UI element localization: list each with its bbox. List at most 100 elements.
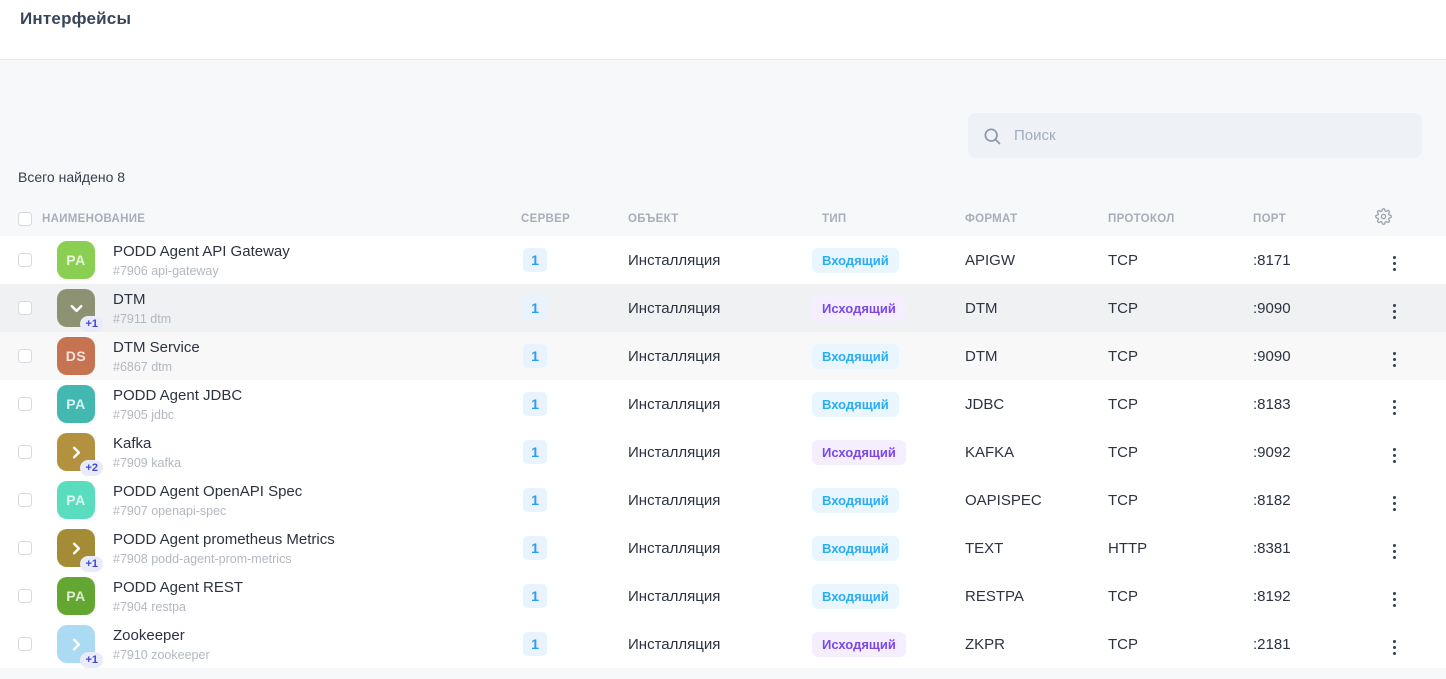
table-row[interactable]: PAPODD Agent REST#7904 restpa1Инсталляци…: [0, 572, 1446, 620]
type-badge: Исходящий: [812, 296, 906, 321]
table-row[interactable]: PAPODD Agent OpenAPI Spec#7907 openapi-s…: [0, 476, 1446, 524]
linked-count-badge: +1: [80, 316, 103, 332]
format-cell: APIGW: [965, 252, 1108, 269]
row-actions-cell: [1358, 438, 1446, 467]
row-checkbox[interactable]: [18, 445, 32, 459]
type-cell: Входящий: [822, 392, 965, 417]
type-badge: Входящий: [812, 344, 899, 369]
server-count-badge[interactable]: 1: [523, 296, 547, 320]
server-count-badge[interactable]: 1: [523, 392, 547, 416]
protocol-cell: TCP: [1108, 588, 1253, 605]
table-body: PAPODD Agent API Gateway#7906 api-gatewa…: [0, 236, 1446, 668]
server-count-badge[interactable]: 1: [523, 440, 547, 464]
table-header: НАИМЕНОВАНИЕ СЕРВЕР ОБЪЕКТ ТИП ФОРМАТ ПР…: [0, 202, 1446, 236]
column-header-format[interactable]: ФОРМАТ: [965, 213, 1108, 225]
interface-id: #7908 podd-agent-prom-metrics: [113, 552, 335, 566]
row-actions-cell: [1358, 534, 1446, 563]
row-checkbox-cell: [0, 541, 42, 555]
type-cell: Входящий: [822, 536, 965, 561]
row-checkbox[interactable]: [18, 541, 32, 555]
column-header-type[interactable]: ТИП: [822, 213, 965, 225]
select-all-checkbox[interactable]: [18, 212, 32, 226]
row-checkbox[interactable]: [18, 589, 32, 603]
interface-name: PODD Agent API Gateway: [113, 243, 290, 260]
column-header-server[interactable]: СЕРВЕР: [521, 213, 628, 225]
interface-name: PODD Agent OpenAPI Spec: [113, 483, 302, 500]
type-cell: Исходящий: [822, 296, 965, 321]
object-cell: Инсталляция: [628, 444, 822, 461]
chevron-right-icon: [67, 635, 86, 654]
format-cell: RESTPA: [965, 588, 1108, 605]
server-count-badge[interactable]: 1: [523, 632, 547, 656]
type-badge: Входящий: [812, 248, 899, 273]
server-cell: 1: [521, 632, 628, 656]
row-menu-icon[interactable]: [1387, 492, 1402, 515]
table-row[interactable]: PAPODD Agent API Gateway#7906 api-gatewa…: [0, 236, 1446, 284]
interface-name-text: DTM#7911 dtm: [113, 291, 171, 326]
expand-avatar[interactable]: +1: [57, 529, 95, 567]
row-menu-icon[interactable]: [1387, 348, 1402, 371]
interface-name-text: Kafka#7909 kafka: [113, 435, 181, 470]
search-icon: [982, 126, 1002, 146]
table-row[interactable]: DSDTM Service#6867 dtm1ИнсталляцияВходящ…: [0, 332, 1446, 380]
protocol-cell: TCP: [1108, 396, 1253, 413]
expand-avatar[interactable]: +1: [57, 625, 95, 663]
object-cell: Инсталляция: [628, 252, 822, 269]
avatar: PA: [57, 577, 95, 615]
type-cell: Входящий: [822, 584, 965, 609]
avatar-initials: PA: [66, 588, 85, 604]
results-count: Всего найдено 8: [18, 169, 125, 185]
search-input[interactable]: [1014, 127, 1408, 144]
column-header-name[interactable]: НАИМЕНОВАНИЕ: [42, 213, 521, 225]
interface-name: DTM: [113, 291, 171, 308]
row-menu-icon[interactable]: [1387, 444, 1402, 467]
server-count-badge[interactable]: 1: [523, 344, 547, 368]
server-count-badge[interactable]: 1: [523, 248, 547, 272]
avatar-initials: PA: [66, 252, 85, 268]
expand-avatar[interactable]: +1: [57, 289, 95, 327]
row-menu-icon[interactable]: [1387, 300, 1402, 323]
interface-name-text: DTM Service#6867 dtm: [113, 339, 200, 374]
row-checkbox[interactable]: [18, 493, 32, 507]
search-box[interactable]: [968, 113, 1422, 158]
expand-avatar[interactable]: +2: [57, 433, 95, 471]
table-row[interactable]: +1PODD Agent prometheus Metrics#7908 pod…: [0, 524, 1446, 572]
column-header-protocol[interactable]: ПРОТОКОЛ: [1108, 213, 1253, 225]
table-row[interactable]: +1 Zookeeper#7910 zookeeper 1 ИнсталляцияИс…: [0, 620, 1446, 668]
interface-name: PODD Agent REST: [113, 579, 243, 596]
row-menu-icon[interactable]: [1387, 540, 1402, 563]
row-menu-icon[interactable]: [1387, 396, 1402, 419]
table-row[interactable]: +2Kafka#7909 kafka1ИнсталляцияИсходящийK…: [0, 428, 1446, 476]
server-count-badge[interactable]: 1: [523, 488, 547, 512]
row-menu-icon[interactable]: [1387, 588, 1402, 611]
protocol-cell: TCP: [1108, 636, 1253, 653]
server-count-badge[interactable]: 1: [523, 536, 547, 560]
interface-name: Zookeeper: [113, 627, 210, 644]
type-badge: Исходящий: [812, 632, 906, 657]
object-cell: Инсталляция: [628, 636, 822, 653]
table-settings-icon[interactable]: [1375, 208, 1392, 225]
row-actions-cell: [1358, 342, 1446, 371]
object-cell: Инсталляция: [628, 348, 822, 365]
row-checkbox[interactable]: [18, 349, 32, 363]
row-actions-cell: [1358, 630, 1446, 659]
column-header-port[interactable]: ПОРТ: [1253, 213, 1358, 225]
type-badge: Входящий: [812, 488, 899, 513]
interface-name-text: PODD Agent REST#7904 restpa: [113, 579, 243, 614]
chevron-right-icon: [67, 539, 86, 558]
row-checkbox-cell: [0, 589, 42, 603]
row-checkbox[interactable]: [18, 301, 32, 315]
row-menu-icon[interactable]: [1387, 636, 1402, 659]
row-checkbox[interactable]: [18, 397, 32, 411]
row-menu-icon[interactable]: [1387, 252, 1402, 275]
table-row[interactable]: +1DTM#7911 dtm1ИнсталляцияИсходящийDTMTC…: [0, 284, 1446, 332]
column-header-object[interactable]: ОБЪЕКТ: [628, 213, 822, 225]
row-checkbox[interactable]: [18, 253, 32, 267]
port-cell: :9090: [1253, 348, 1358, 365]
server-count-badge[interactable]: 1: [523, 584, 547, 608]
interface-name-text: Zookeeper#7910 zookeeper: [113, 627, 210, 662]
table-row[interactable]: PAPODD Agent JDBC#7905 jdbc1ИнсталляцияВ…: [0, 380, 1446, 428]
interface-name: PODD Agent JDBC: [113, 387, 242, 404]
row-checkbox[interactable]: [18, 637, 32, 651]
interface-name: DTM Service: [113, 339, 200, 356]
